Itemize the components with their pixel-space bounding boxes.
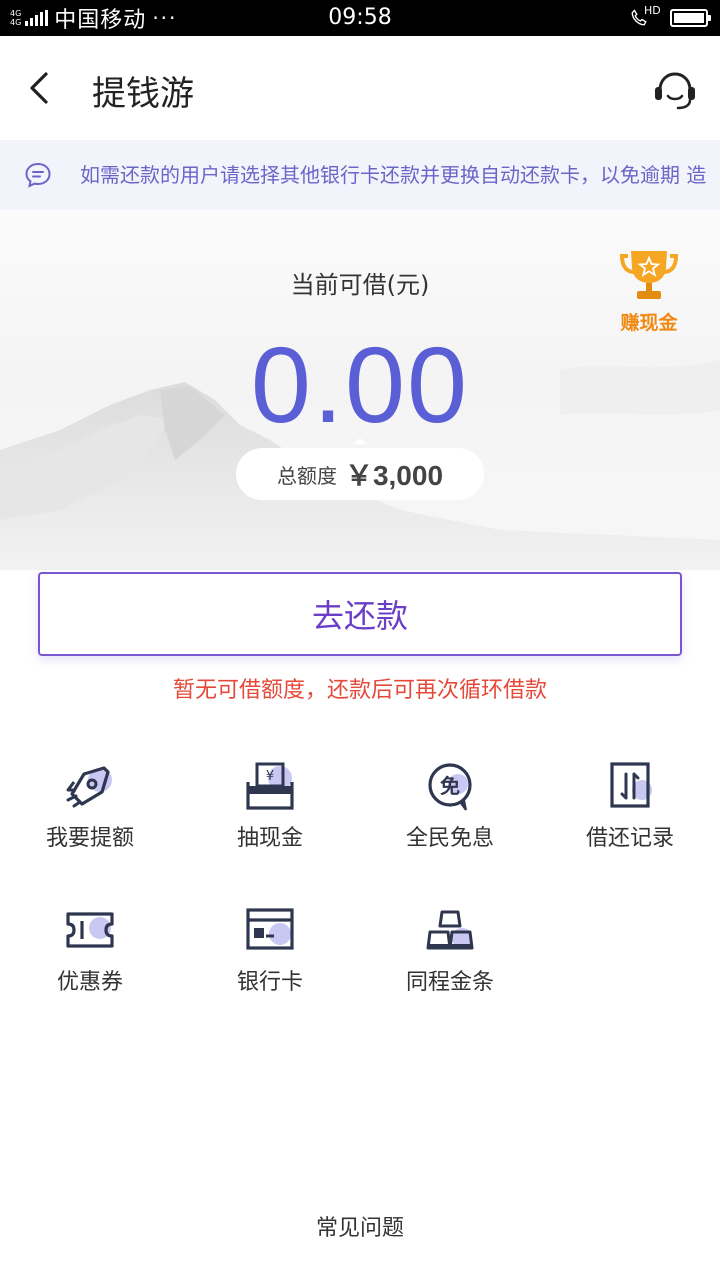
status-bar: 4G 4G 中国移动 ··· 09:58 HD [0, 0, 720, 36]
earn-cash-label: 赚现金 [620, 312, 678, 334]
coupon-icon [66, 912, 114, 948]
bank-card-icon [246, 908, 294, 950]
menu-item-gold-bars[interactable]: 同程金条 [360, 896, 540, 1016]
app-header: 提钱游 [0, 36, 720, 140]
menu-item-draw-cash[interactable]: ¥ 抽现金 [180, 752, 360, 872]
hd-call-icon: HD [630, 4, 661, 30]
menu-label-raise-limit: 我要提额 [45, 826, 134, 851]
available-amount: 0.00 [250, 324, 470, 445]
battery-icon [670, 9, 711, 27]
back-arrow-icon[interactable] [22, 66, 58, 110]
hd-label: HD [644, 4, 661, 17]
page-title: 提钱游 [92, 74, 194, 114]
repay-button[interactable]: 去还款 [38, 572, 682, 656]
menu-label-gold-bars: 同程金条 [405, 970, 494, 995]
message-icon [25, 162, 51, 188]
menu-item-coupons[interactable]: 优惠券 [0, 896, 180, 1016]
status-right: HD [630, 4, 711, 30]
gold-bars-icon [426, 910, 474, 950]
cash-draw-icon: ¥ [246, 762, 294, 810]
menu-label-bank-card: 银行卡 [236, 970, 303, 995]
menu-label-draw-cash: 抽现金 [236, 826, 303, 851]
customer-service-icon[interactable] [650, 66, 700, 116]
total-credit-label: 总额度 [276, 463, 337, 488]
menu-label-interest-free: 全民免息 [405, 826, 494, 851]
total-credit-value: ￥3,000 [344, 460, 444, 491]
credit-hero: 当前可借(元) 0.00 总额度 ￥3,000 赚现金 [0, 210, 720, 570]
menu-item-interest-free[interactable]: 免 全民免息 [360, 752, 540, 872]
faq-link[interactable]: 常见问题 [0, 1210, 720, 1242]
records-icon [610, 762, 652, 808]
menu-item-bank-card[interactable]: 银行卡 [180, 896, 360, 1016]
svg-text:免: 免 [440, 774, 460, 798]
menu-item-records[interactable]: 借还记录 [540, 752, 720, 872]
available-credit-label: 当前可借(元) [290, 271, 430, 299]
earn-cash-button[interactable]: 赚现金 [616, 248, 682, 334]
interest-free-icon: 免 [428, 763, 472, 811]
notice-bar[interactable]: 如需还款的用户请选择其他银行卡还款并更换自动还款卡，以免逾期 造 [0, 140, 720, 210]
svg-text:¥: ¥ [266, 769, 274, 784]
trophy-icon [619, 251, 679, 299]
repay-hint: 暂无可借额度，还款后可再次循环借款 [172, 678, 547, 703]
menu-label-coupons: 优惠券 [56, 970, 123, 995]
notice-text: 如需还款的用户请选择其他银行卡还款并更换自动还款卡，以免逾期 造 [80, 163, 707, 187]
menu-item-raise-limit[interactable]: 我要提额 [0, 752, 180, 872]
status-time: 09:58 [328, 5, 392, 30]
total-credit-pill: 总额度 ￥3,000 [236, 438, 484, 500]
rocket-icon [66, 766, 112, 808]
menu-label-records: 借还记录 [585, 826, 674, 851]
